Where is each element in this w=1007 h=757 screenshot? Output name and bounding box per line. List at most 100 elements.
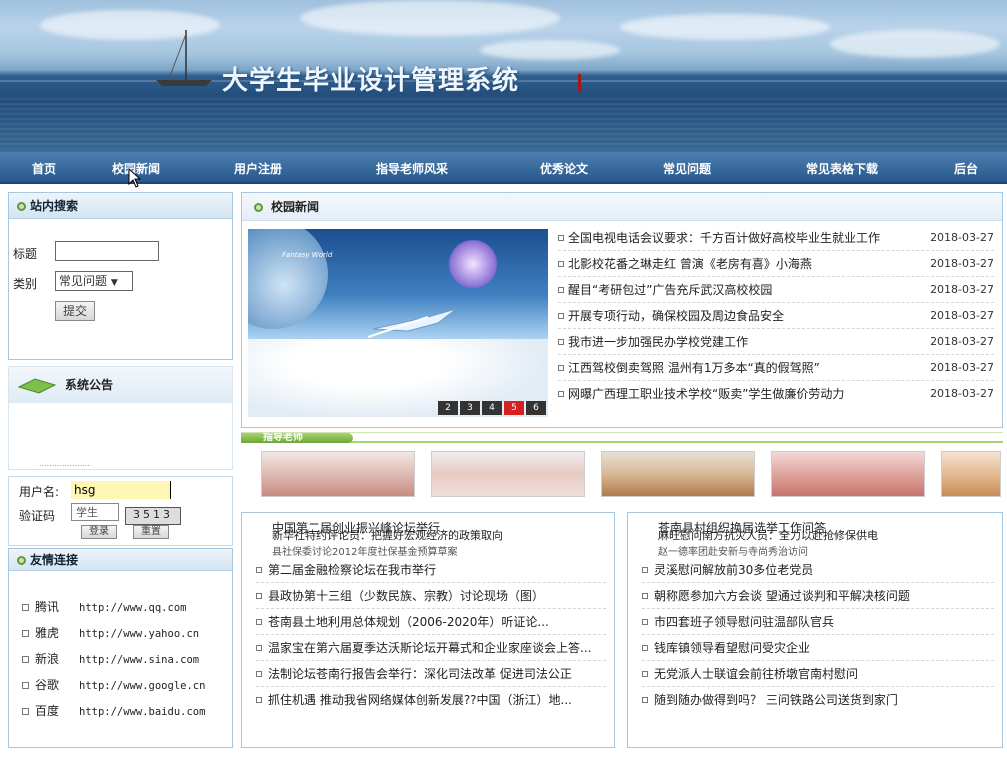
news-slider-image[interactable]: Fantasy World 23456: [248, 229, 548, 417]
teacher-photo[interactable]: [261, 451, 415, 497]
spaceship-icon: [368, 308, 457, 338]
list-item[interactable]: 抓住机遇 推动我省网络媒体创新发展??中国（浙江）地...: [256, 687, 606, 713]
dropdown-arrow-icon: ▼: [110, 278, 118, 288]
bullet-square-icon: [22, 682, 29, 689]
teacher-heading: 指导老师: [241, 433, 353, 443]
teacher-photo[interactable]: [601, 451, 755, 497]
news-item[interactable]: 开展专项行动，确保校园及周边食品安全 2018-03-27: [558, 303, 994, 329]
bullet-square-icon: [642, 567, 648, 573]
list-item[interactable]: 随到随办做得到吗？ 三问铁路公司送货到家门: [642, 687, 994, 713]
bullet-square-icon: [558, 391, 564, 397]
username-input[interactable]: [71, 481, 171, 499]
nav-faq[interactable]: 常见问题: [663, 160, 711, 177]
bullet-square-icon: [256, 619, 262, 625]
nav-register[interactable]: 用户注册: [234, 160, 282, 177]
bullet-icon: [17, 556, 26, 565]
list-item[interactable]: 无党派人士联谊会前往桥墩官南村慰问: [642, 661, 994, 687]
link-item[interactable]: 腾讯 http://www.qq.com: [22, 598, 186, 618]
bullet-square-icon: [22, 630, 29, 637]
category-select[interactable]: 常见问题 ▼: [55, 271, 133, 291]
news-item-overlap[interactable]: 县社保委讨论2012年度社保基金预算草案: [272, 543, 457, 558]
main-nav: 首页 校园新闻 用户注册 指导老师风采 优秀论文 常见问题 常见表格下载 后台: [0, 152, 1007, 188]
slider-page-button[interactable]: 6: [526, 401, 546, 415]
list-item[interactable]: 温家宝在第六届夏季达沃斯论坛开幕式和企业家座谈会上答...: [256, 635, 606, 661]
title-input[interactable]: [55, 241, 159, 261]
news-item-overlap[interactable]: 麻旺慰问南方抗灾人员：全力以赴抢修保供电: [658, 527, 878, 543]
list-item[interactable]: 灵溪慰问解放前30多位老党员: [642, 557, 994, 583]
bullet-square-icon: [256, 697, 262, 703]
bullet-square-icon: [642, 697, 648, 703]
slider-pagination: 23456: [436, 399, 546, 415]
nav-home[interactable]: 首页: [32, 160, 56, 177]
bullet-square-icon: [558, 365, 564, 371]
link-item[interactable]: 新浪 http://www.sina.com: [22, 650, 199, 670]
bullet-square-icon: [256, 645, 262, 651]
list-item[interactable]: 市四套班子领导慰问驻温部队官兵: [642, 609, 994, 635]
bullet-square-icon: [558, 261, 564, 267]
link-item[interactable]: 谷歌 http://www.google.cn: [22, 676, 205, 696]
submit-button[interactable]: 提交: [55, 301, 95, 321]
reset-button[interactable]: 重置: [133, 525, 169, 539]
news-item[interactable]: 醒目“考研包过”广告充斥武汉高校校园 2018-03-27: [558, 277, 994, 303]
captcha-image[interactable]: 3513: [125, 507, 181, 525]
list-item[interactable]: 苍南县土地利用总体规划（2006-2020年）听证论...: [256, 609, 606, 635]
mouse-cursor-icon: [128, 168, 142, 188]
news-item[interactable]: 全国电视电话会议要求：千方百计做好高校毕业生就业工作 2018-03-27: [558, 225, 994, 251]
list-item[interactable]: 法制论坛苍南行报告会举行：深化司法改革 促进司法公正: [256, 661, 606, 687]
nav-downloads[interactable]: 常见表格下载: [806, 160, 878, 177]
notice-icon: [17, 378, 57, 394]
bullet-square-icon: [558, 287, 564, 293]
title-label: 标题: [13, 247, 38, 261]
search-panel: 站内搜索 标题 类别 常见问题 ▼ 提交: [8, 192, 233, 360]
bullet-square-icon: [642, 671, 648, 677]
search-heading: 站内搜索: [9, 193, 232, 219]
bullet-icon: [254, 203, 263, 212]
news-list-right: 苍南县村组织换届选举工作问答 麻旺慰问南方抗灾人员：全力以赴抢修保供电 赵一德率…: [627, 512, 1003, 748]
list-item[interactable]: 钱库镇领导看望慰问受灾企业: [642, 635, 994, 661]
bullet-square-icon: [642, 619, 648, 625]
role-select[interactable]: 学生: [71, 503, 119, 521]
bullet-square-icon: [558, 313, 564, 319]
slider-page-button[interactable]: 2: [438, 401, 458, 415]
buoy-icon: [578, 74, 581, 92]
bullet-icon: [17, 202, 26, 211]
nav-admin[interactable]: 后台: [954, 160, 978, 177]
notice-panel: 系统公告 ....................: [8, 366, 233, 470]
news-item[interactable]: 江西驾校倒卖驾照 温州有1万多本“真的假驾照” 2018-03-27: [558, 355, 994, 381]
campus-news-panel: 校园新闻 Fantasy World 23456 全国电视电话会议要求：千方百计…: [241, 192, 1003, 428]
nav-papers[interactable]: 优秀论文: [540, 160, 588, 177]
list-item[interactable]: 第二届金融检察论坛在我市举行: [256, 557, 606, 583]
image-caption: Fantasy World: [282, 251, 333, 259]
username-label: 用户名:: [19, 485, 60, 499]
news-item-overlap[interactable]: 赵一德率团赴安新与寺尚秀治访问: [658, 543, 808, 558]
bullet-square-icon: [642, 645, 648, 651]
nav-teachers[interactable]: 指导老师风采: [376, 160, 448, 177]
notice-heading: 系统公告: [65, 378, 114, 392]
bullet-square-icon: [558, 235, 564, 241]
news-list-left: 中国第二届创业振兴峰论坛举行 新华社特约评论员：把握好宏观经济的政策取向 县社保…: [241, 512, 615, 748]
bullet-square-icon: [22, 656, 29, 663]
slider-page-button[interactable]: 3: [460, 401, 480, 415]
list-item[interactable]: 朝称愿参加六方会谈 望通过谈判和平解决核问题: [642, 583, 994, 609]
link-item[interactable]: 百度 http://www.baidu.com: [22, 702, 205, 722]
slider-page-button[interactable]: 4: [482, 401, 502, 415]
bullet-square-icon: [256, 567, 262, 573]
bullet-square-icon: [22, 604, 29, 611]
notice-scroll-text: ....................: [39, 459, 90, 468]
bullet-square-icon: [256, 671, 262, 677]
news-item[interactable]: 网曝广西理工职业技术学校“贩卖”学生做廉价劳动力 2018-03-27: [558, 381, 994, 407]
bullet-square-icon: [558, 339, 564, 345]
teacher-photo[interactable]: [941, 451, 1001, 497]
site-banner: 大学生毕业设计管理系统: [0, 0, 1007, 152]
news-item[interactable]: 北影校花番之琳走红 曾演《老房有喜》小海燕 2018-03-27: [558, 251, 994, 277]
link-item[interactable]: 雅虎 http://www.yahoo.cn: [22, 624, 199, 644]
login-button[interactable]: 登录: [81, 525, 117, 539]
slider-page-button-active[interactable]: 5: [504, 401, 524, 415]
teacher-photo[interactable]: [431, 451, 585, 497]
teacher-photo[interactable]: [771, 451, 925, 497]
news-item-overlap[interactable]: 新华社特约评论员：把握好宏观经济的政策取向: [272, 527, 503, 543]
bullet-square-icon: [642, 593, 648, 599]
news-item[interactable]: 我市进一步加强民办学校党建工作 2018-03-27: [558, 329, 994, 355]
list-item[interactable]: 县政协第十三组（少数民族、宗教）讨论现场（图）: [256, 583, 606, 609]
site-title: 大学生毕业设计管理系统: [222, 66, 520, 96]
